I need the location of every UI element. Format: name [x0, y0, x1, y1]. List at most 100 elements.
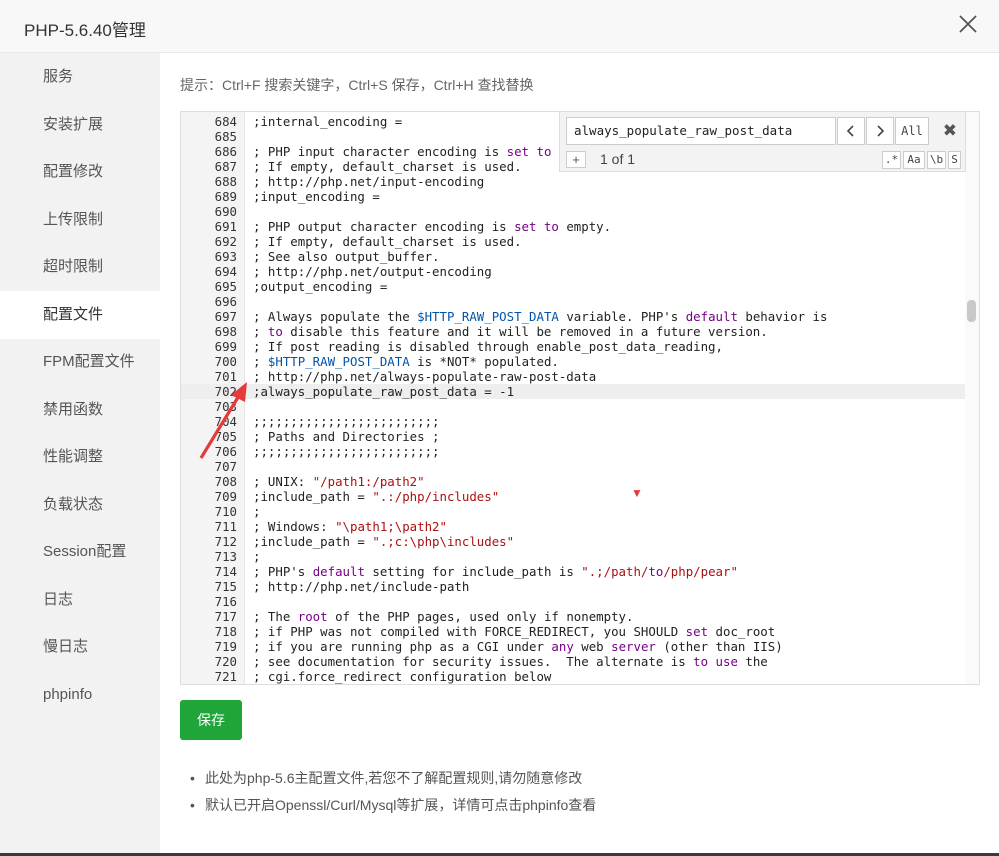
sidebar-item-service[interactable]: 服务	[0, 53, 160, 101]
code-line[interactable]: 689 ;input_encoding =	[181, 189, 967, 204]
dialog-title: PHP-5.6.40管理	[24, 21, 146, 40]
code-line[interactable]: 692 ; If empty, default_charset is used.	[181, 234, 967, 249]
line-number: 704	[214, 414, 237, 429]
line-number: 688	[214, 174, 237, 189]
code-line[interactable]: 694 ; http://php.net/output-encoding	[181, 264, 967, 279]
code-line[interactable]: 711 ; Windows: "\path1;\path2"	[181, 519, 967, 534]
line-text: ; If empty, default_charset is used.	[253, 234, 522, 249]
code-line[interactable]: 701 ; http://php.net/always-populate-raw-…	[181, 369, 967, 384]
sidebar-item-session-config[interactable]: Session配置	[0, 528, 160, 576]
sidebar-item-config-modify[interactable]: 配置修改	[0, 148, 160, 196]
line-number: 719	[214, 639, 237, 654]
code-line[interactable]: 710;	[181, 504, 967, 519]
chevron-right-icon[interactable]	[866, 117, 894, 145]
code-line[interactable]: 704;;;;;;;;;;;;;;;;;;;;;;;;;	[181, 414, 967, 429]
line-number: 694	[214, 264, 237, 279]
line-text: ; See also output_buffer.	[253, 249, 440, 264]
sidebar-item-disabled-functions[interactable]: 禁用函数	[0, 386, 160, 434]
red-triangle-marker: ▼	[631, 486, 643, 500]
chevron-left-icon[interactable]	[837, 117, 865, 145]
line-number: 695	[214, 279, 237, 294]
sidebar-item-config-file[interactable]: 配置文件	[0, 291, 160, 339]
code-editor[interactable]: 684 ;internal_encoding = 685 686 ; PHP input…	[180, 111, 980, 685]
line-text: ; If post reading is disabled through en…	[253, 339, 723, 354]
line-text: ; The root of the PHP pages, used only i…	[253, 609, 634, 624]
scrollbar-thumb[interactable]	[967, 300, 976, 322]
regex-toggle[interactable]: .*	[882, 151, 901, 169]
code-line[interactable]: 702 ;always_populate_raw_post_data = -1	[181, 384, 967, 399]
line-text: ;input_encoding =	[253, 189, 380, 204]
line-number: 713	[214, 549, 237, 564]
code-line[interactable]: 708 ; UNIX: "/path1:/path2"	[181, 474, 967, 489]
line-text: ; cgi.force_redirect configuration below	[253, 669, 552, 684]
sidebar-item-upload-limit[interactable]: 上传限制	[0, 196, 160, 244]
find-all-button[interactable]: All	[895, 117, 929, 145]
sidebar-item-slow-log[interactable]: 慢日志	[0, 623, 160, 671]
line-text: ; Paths and Directories ;	[253, 429, 440, 444]
sidebar-item-load-status[interactable]: 负载状态	[0, 481, 160, 529]
code-line[interactable]: 717 ; The root of the PHP pages, used onl…	[181, 609, 967, 624]
code-line[interactable]: 693 ; See also output_buffer.	[181, 249, 967, 264]
in-selection-toggle[interactable]: S	[948, 151, 961, 169]
code-line[interactable]: 700 ; $HTTP_RAW_POST_DATA is *NOT* popula…	[181, 354, 967, 369]
line-text: ;;;;;;;;;;;;;;;;;;;;;;;;;	[253, 414, 440, 429]
note-item: 此处为php-5.6主配置文件,若您不了解配置规则,请勿随意修改	[190, 765, 596, 792]
code-line[interactable]: 699 ; If post reading is disabled through…	[181, 339, 967, 354]
line-text: ; if PHP was not compiled with FORCE_RED…	[253, 624, 776, 639]
code-line[interactable]: 709 ;include_path = ".:/php/includes"	[181, 489, 967, 504]
line-number: 696	[214, 294, 237, 309]
code-line[interactable]: 719 ; if you are running php as a CGI und…	[181, 639, 967, 654]
code-line[interactable]: 715 ; http://php.net/include-path	[181, 579, 967, 594]
line-number: 691	[214, 219, 237, 234]
line-number: 718	[214, 624, 237, 639]
line-number: 684	[214, 114, 237, 129]
line-text: ;include_path = ".:/php/includes"	[253, 489, 500, 504]
code-line[interactable]: 690	[181, 204, 967, 219]
code-line[interactable]: 705 ; Paths and Directories ;	[181, 429, 967, 444]
line-number: 721	[214, 669, 237, 684]
code-line[interactable]: 721 ; cgi.force_redirect configuration be…	[181, 669, 967, 684]
line-number: 703	[214, 399, 237, 414]
code-line[interactable]: 703	[181, 399, 967, 414]
code-line[interactable]: 698 ; to disable this feature and it will…	[181, 324, 967, 339]
line-number: 692	[214, 234, 237, 249]
code-line[interactable]: 712 ;include_path = ".;c:\php\includes"	[181, 534, 967, 549]
toggle-replace-button[interactable]: +	[566, 151, 586, 168]
line-number: 712	[214, 534, 237, 549]
close-icon[interactable]	[957, 13, 979, 35]
code-line[interactable]: 706;;;;;;;;;;;;;;;;;;;;;;;;;	[181, 444, 967, 459]
search-close-button[interactable]: ✖	[943, 121, 957, 141]
php-manager-dialog: PHP-5.6.40管理 服务 安装扩展 配置修改 上传限制 超时限制 配置文件…	[0, 0, 999, 856]
line-number: 700	[214, 354, 237, 369]
code-line[interactable]: 688 ; http://php.net/input-encoding	[181, 174, 967, 189]
code-line[interactable]: 718 ; if PHP was not compiled with FORCE_…	[181, 624, 967, 639]
code-line[interactable]: 695 ;output_encoding =	[181, 279, 967, 294]
code-line[interactable]: 696	[181, 294, 967, 309]
code-line[interactable]: 713;	[181, 549, 967, 564]
code-line[interactable]: 714 ; PHP's default setting for include_p…	[181, 564, 967, 579]
sidebar-item-performance[interactable]: 性能调整	[0, 433, 160, 481]
line-number: 707	[214, 459, 237, 474]
sidebar-item-fpm-config[interactable]: FPM配置文件	[0, 338, 160, 386]
sidebar-item-phpinfo[interactable]: phpinfo	[0, 671, 160, 719]
sidebar-item-timeout-limit[interactable]: 超时限制	[0, 243, 160, 291]
code-line[interactable]: 707	[181, 459, 967, 474]
search-input[interactable]: always_populate_raw_post_data	[566, 117, 836, 145]
line-text: ; PHP's default setting for include_path…	[253, 564, 738, 579]
code-line[interactable]: 716	[181, 594, 967, 609]
line-number: 705	[214, 429, 237, 444]
sidebar-item-install-extensions[interactable]: 安装扩展	[0, 101, 160, 149]
sidebar-item-log[interactable]: 日志	[0, 576, 160, 624]
code-lines[interactable]: 684 ;internal_encoding = 685 686 ; PHP input…	[181, 114, 967, 684]
line-text: ; Always populate the $HTTP_RAW_POST_DAT…	[253, 309, 828, 324]
case-sensitive-toggle[interactable]: Aa	[903, 151, 925, 169]
editor-scrollbar[interactable]	[965, 112, 979, 684]
code-line[interactable]: 691 ; PHP output character encoding is se…	[181, 219, 967, 234]
whole-word-toggle[interactable]: \b	[927, 151, 946, 169]
code-line[interactable]: 720 ; see documentation for security issu…	[181, 654, 967, 669]
save-button[interactable]: 保存	[180, 700, 242, 740]
line-text: ; http://php.net/output-encoding	[253, 264, 492, 279]
line-number: 701	[214, 369, 237, 384]
code-line[interactable]: 697 ; Always populate the $HTTP_RAW_POST_…	[181, 309, 967, 324]
line-number: 715	[214, 579, 237, 594]
